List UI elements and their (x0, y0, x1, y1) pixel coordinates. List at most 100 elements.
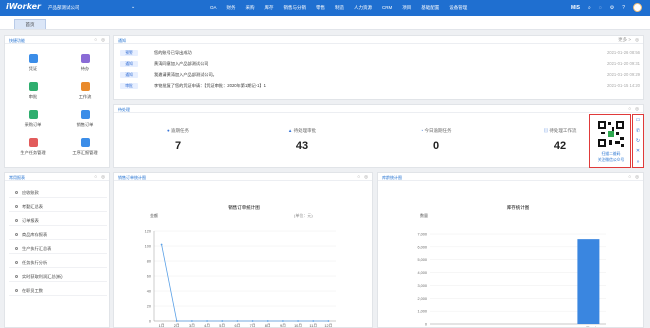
report-item[interactable]: 商品库存报表 (9, 229, 107, 240)
quick-item-label: 销售订单 (76, 122, 94, 127)
nav-item[interactable]: 采购 (246, 5, 255, 11)
tab-bar: 首页 (0, 16, 650, 30)
nav-item[interactable]: 设备管理 (449, 5, 467, 11)
sales-chart-panel: 销售订单统计图 ○ ◎ 销售订单统计图 金额 (单位：元) 0 20 40 60 80 100 120… (113, 172, 373, 328)
data-point[interactable] (236, 320, 239, 322)
data-point[interactable] (160, 243, 163, 246)
quick-item-icon (80, 110, 90, 119)
more-link[interactable]: 更多 > (618, 37, 631, 43)
settings-icon[interactable]: ◎ (635, 106, 639, 112)
nav-item[interactable]: OA (210, 5, 217, 11)
bar[interactable] (577, 239, 600, 324)
quick-item[interactable]: 凭证 (8, 54, 58, 72)
report-item[interactable]: 订单报表 (9, 215, 107, 226)
data-point[interactable] (221, 320, 224, 322)
chevron-down-icon[interactable]: ⌄ (131, 4, 135, 10)
circle-icon (15, 261, 18, 265)
settings-icon[interactable]: ◎ (635, 174, 639, 180)
x-tick-label: 4月 (204, 323, 210, 327)
notice-row[interactable]: 预警 您的账号已导出成功 2021-01-26 08:56 (120, 50, 640, 58)
refresh-icon[interactable]: ↻ (636, 138, 640, 144)
avatar[interactable] (633, 3, 642, 12)
report-item[interactable]: 在职员工数 (9, 285, 107, 296)
x-tick-label: 7月 (250, 323, 256, 327)
chart-title: 销售订单统计图 (228, 204, 260, 211)
phone-icon[interactable]: ✆ (636, 128, 640, 134)
nav-item[interactable]: 零售 (316, 5, 325, 11)
tab-home[interactable]: 首页 (14, 19, 46, 29)
notice-row[interactable]: 通知 黄涛同意加入产品部测试公司 2021-01-20 09:31 (120, 61, 640, 69)
gear-icon[interactable]: ⚙ (610, 5, 614, 11)
y-tick-label: 60 (147, 275, 151, 279)
nav-item[interactable]: 人力资源 (354, 5, 372, 11)
refresh-icon[interactable]: ○ (628, 174, 631, 180)
report-item[interactable]: 生产执行汇总表 (9, 243, 107, 254)
data-point[interactable] (327, 320, 330, 322)
quick-item[interactable]: 工作流 (60, 82, 110, 100)
quick-item[interactable]: 审批 (8, 82, 58, 100)
notice-row[interactable]: 通知 我邀请黄涛加入产品部测试公司。 2021-01-20 09:29 (120, 72, 640, 80)
search-icon[interactable]: ⌕ (588, 5, 591, 11)
circle-icon (15, 247, 18, 251)
data-point[interactable] (191, 320, 193, 322)
x-tick-label: 5月 (219, 323, 225, 327)
stock-bar-chart: 库存统计图数量 0 1,000 2,000 3,000 4,000 5,000 6,000 7,… (417, 204, 606, 328)
report-label: 实时获取利润汇总(新) (22, 274, 63, 279)
nav-item[interactable]: 项目 (402, 5, 411, 11)
refresh-icon[interactable]: ○ (628, 106, 631, 112)
refresh-icon[interactable]: ○ (94, 174, 97, 180)
top-bar: iWorker 产品部测试公司 ⌄ OA 财务 采购 库存 销售与分销 零售 制造 人力资源 C… (0, 0, 650, 16)
report-item[interactable]: 应收账款 (9, 187, 107, 198)
quick-item-icon (80, 54, 90, 63)
nav-item[interactable]: 库存 (265, 5, 274, 11)
nav-item[interactable]: CRM (382, 5, 392, 11)
chat-icon[interactable]: ▭ (636, 117, 641, 123)
quick-item[interactable]: 生产任务管理 (8, 138, 58, 156)
app-logo[interactable]: iWorker (6, 2, 41, 11)
refresh-icon[interactable]: ○ (94, 37, 97, 43)
report-item[interactable]: 任务执行分析 (9, 257, 107, 268)
user-label[interactable]: MIS (571, 5, 580, 11)
data-point[interactable] (266, 320, 269, 322)
data-point[interactable] (251, 320, 254, 322)
data-point[interactable] (297, 320, 299, 322)
quick-item[interactable]: 采购订单 (8, 110, 58, 128)
quick-item-label: 采购订单 (24, 122, 42, 127)
todo-stat[interactable]: ◔ 今日逾期任务 0 (386, 128, 486, 152)
nav-item[interactable]: 财务 (227, 5, 236, 11)
refresh-icon[interactable]: ○ (357, 174, 360, 180)
data-point[interactable] (206, 320, 208, 322)
settings-icon[interactable]: ◎ (101, 174, 105, 180)
data-point[interactable] (282, 320, 284, 322)
data-point[interactable] (175, 320, 178, 322)
chat-icon[interactable]: ◌ (599, 5, 602, 11)
report-label: 在职员工数 (22, 288, 43, 293)
quick-item[interactable]: 销售订单 (60, 110, 110, 128)
nav-item[interactable]: 销售与分销 (284, 5, 307, 11)
close-icon[interactable]: ✕ (636, 148, 640, 154)
todo-stat[interactable]: ● 逾期任务 7 (128, 128, 228, 152)
company-selector[interactable]: 产品部测试公司 (48, 5, 80, 11)
chevron-right-icon[interactable]: » (637, 159, 640, 165)
y-tick-label: 0 (149, 320, 151, 324)
quick-item-icon (80, 82, 90, 91)
report-label: 任务执行分析 (22, 260, 48, 265)
help-icon[interactable]: ? (622, 5, 625, 11)
nav-item[interactable]: 基础配置 (421, 5, 439, 11)
settings-icon[interactable]: ◎ (364, 174, 368, 180)
settings-icon[interactable]: ◎ (101, 37, 105, 43)
todo-stat[interactable]: ▲ 待处理审批 43 (252, 128, 352, 152)
settings-icon[interactable]: ◎ (635, 37, 639, 43)
notice-row[interactable]: 审批 李铭批复了您的凭证申请：【凭证审批：2020年第1期记-1】1 2021-01… (120, 83, 640, 91)
quick-item[interactable]: 待办 (60, 54, 110, 72)
nav-item[interactable]: 制造 (335, 5, 344, 11)
qr-code (596, 119, 626, 149)
qr-text-2: 关注微信公众号 (597, 158, 625, 162)
notice-tag: 审批 (120, 83, 138, 89)
report-item[interactable]: 实时获取利润汇总(新) (9, 271, 107, 282)
data-point[interactable] (312, 320, 315, 322)
y-axis-label: 金额 (150, 212, 158, 218)
quick-item[interactable]: 工序汇报管理 (60, 138, 110, 156)
side-toolbar: ▭ ✆ ↻ ✕ » (632, 114, 644, 168)
report-item[interactable]: 考勤汇总表 (9, 201, 107, 212)
